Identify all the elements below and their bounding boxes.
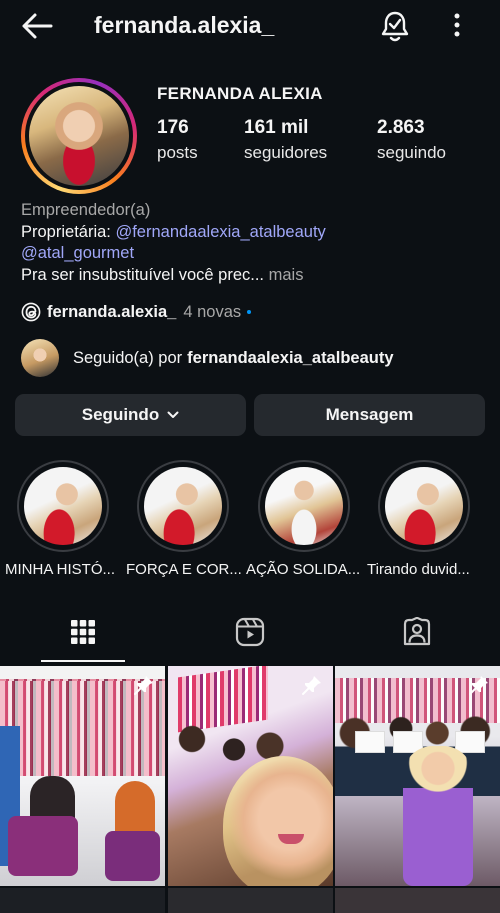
more-vertical-icon[interactable] [449,12,465,38]
highlight-ring [137,460,229,552]
photo-certificate [455,731,485,753]
threads-new-dot [247,310,252,314]
stat-followers-value: 161 mil [244,117,309,138]
stat-followers-label: seguidores [244,143,328,162]
posts-grid [0,666,500,913]
message-button[interactable]: Mensagem [254,394,485,436]
photo-chair [105,831,160,881]
followed-by-avatar [21,339,59,377]
highlight-label-3: Tirando duvid... [367,561,470,578]
stat-posts[interactable]: 176 posts [157,117,198,163]
followed-by[interactable]: Seguido(a) por fernandaalexia_atalbeauty [21,339,394,377]
highlight-label-2: AÇÃO SOLIDA... [246,561,361,578]
photo-chair [8,816,78,876]
bio-prefix: Proprietária: [21,222,116,241]
arrow-left-icon[interactable] [20,12,54,40]
profile-category: Empreendedor(a) [21,201,151,219]
tab-tagged[interactable] [334,600,500,664]
stat-posts-label: posts [157,143,198,162]
highlight-3[interactable] [376,460,472,552]
post-thumbnail[interactable] [335,666,500,886]
bio-more-link[interactable]: mais [264,266,304,284]
tab-reels[interactable] [167,600,333,664]
bio-text: Pra ser insubstituível você prec... [21,265,265,284]
highlight-ring [258,460,350,552]
post-thumbnail-partial[interactable] [335,888,500,913]
post-thumbnail-partial[interactable] [168,888,333,913]
stat-following-label: seguindo [377,143,447,162]
photo-certificate [355,731,385,753]
highlight-cover [24,467,102,545]
followed-by-user: fernandaalexia_atalbeauty [187,348,394,367]
highlight-ring [378,460,470,552]
bell-check-icon[interactable] [380,10,410,42]
pin-icon [134,676,153,695]
highlight-cover [265,467,343,545]
chevron-down-icon [167,411,179,418]
highlight-2[interactable] [256,460,352,552]
top-bar: fernanda.alexia_ [0,0,500,52]
profile-bio: Empreendedor(a) Proprietária: @fernandaa… [21,200,491,286]
profile-tabs [0,600,500,664]
post-thumbnail[interactable] [0,666,165,886]
avatar-border [25,82,133,190]
highlight-cover [144,467,222,545]
message-button-label: Mensagem [325,405,414,424]
reels-icon [235,617,265,647]
stat-posts-value: 176 [157,117,189,138]
tagged-icon [403,617,431,646]
following-button[interactable]: Seguindo [15,394,246,436]
active-tab-indicator [41,660,125,662]
threads-icon [21,302,41,322]
highlight-label-1: FORÇA E COR... [126,561,242,578]
highlight-ring [17,460,109,552]
threads-new-count: 4 novas [183,302,242,321]
profile-username: fernanda.alexia_ [94,12,275,38]
post-thumbnail[interactable] [168,666,333,886]
threads-badge[interactable]: fernanda.alexia_ 4 novas [21,300,252,324]
pin-icon [302,676,321,695]
profile-full-name: FERNANDA ALEXIA [157,84,323,103]
stat-following[interactable]: 2.863 seguindo [377,117,446,163]
following-button-label: Seguindo [81,405,160,424]
post-thumbnail-partial[interactable] [0,888,165,913]
bio-link-atalgourmet[interactable]: @atal_gourmet [21,244,134,262]
avatar-photo [29,86,129,186]
threads-username: fernanda.alexia_ [47,302,177,321]
profile-avatar[interactable] [21,78,137,194]
bio-link-atalbeauty[interactable]: @fernandaalexia_atalbeauty [115,223,325,241]
stat-following-value: 2.863 [377,117,425,138]
grid-icon [71,620,95,644]
photo-person [403,746,473,886]
highlight-label-0: MINHA HISTÓ... [5,561,116,578]
followed-by-prefix: Seguido(a) por [73,348,183,367]
highlight-cover [385,467,463,545]
highlight-1[interactable] [135,460,231,552]
highlight-0[interactable] [15,460,111,552]
pin-icon [469,676,488,695]
tab-posts-grid[interactable] [0,600,166,664]
stat-followers[interactable]: 161 mil seguidores [244,117,327,163]
